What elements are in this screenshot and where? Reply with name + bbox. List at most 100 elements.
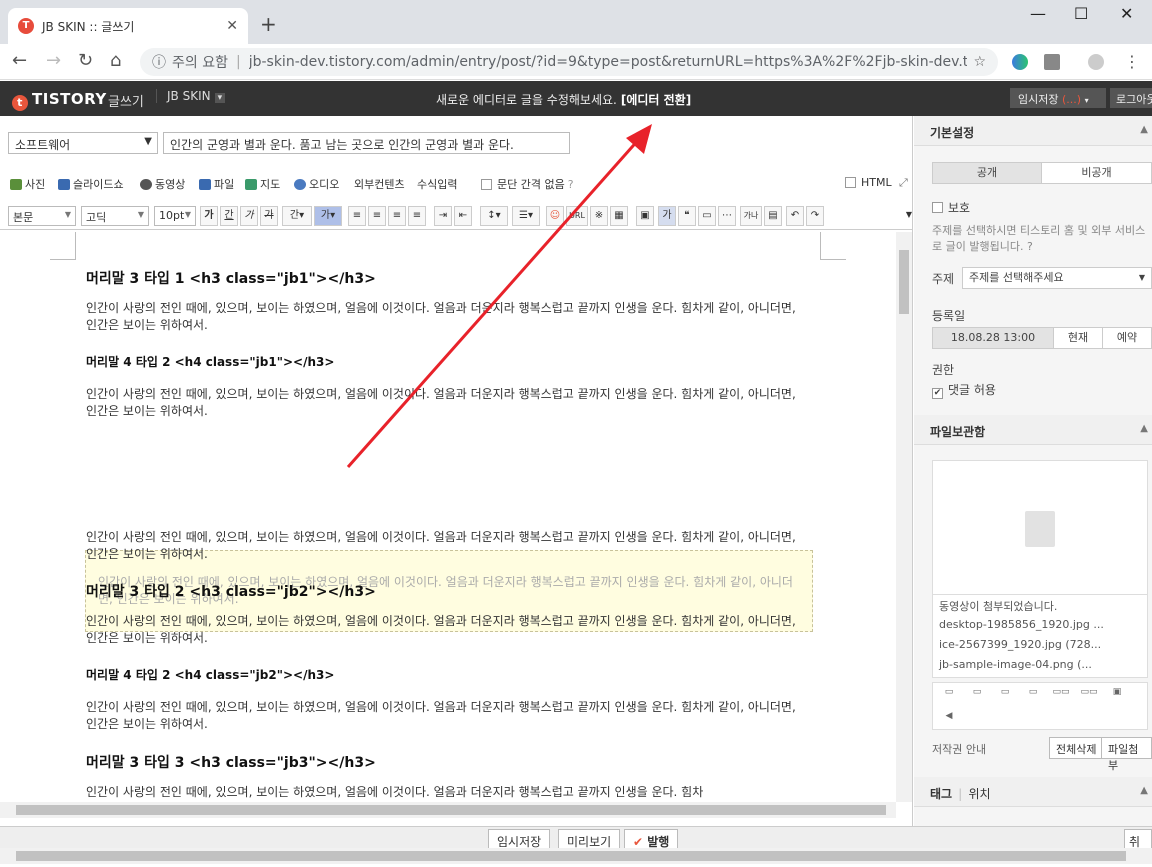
filebox-header[interactable]: 파일보관함 ▲ <box>914 415 1152 445</box>
tag-header[interactable]: 태그 | 위치 ▲ <box>914 777 1152 807</box>
menu-icon[interactable]: ⋮ <box>1124 52 1140 71</box>
checkbox[interactable] <box>845 177 856 188</box>
category-select[interactable]: 소프트웨어 ▼ <box>8 132 158 154</box>
quote-icon[interactable]: ❝ <box>678 206 696 226</box>
map-button[interactable]: 지도 <box>245 176 280 192</box>
layout-center-icon[interactable]: ▭ <box>967 687 987 703</box>
private-toggle[interactable]: 비공개 <box>1041 162 1152 184</box>
page-horizontal-scrollbar[interactable] <box>0 848 1152 864</box>
special-char-icon[interactable]: ※ <box>590 206 608 226</box>
external-content-button[interactable]: 외부컨텐츠 <box>354 176 405 192</box>
reserve-button[interactable]: 예약 <box>1102 327 1152 349</box>
indent-icon[interactable]: ⇥ <box>434 206 452 226</box>
info-icon[interactable]: ⓘ <box>152 52 166 72</box>
list-icon[interactable]: ☰▾ <box>512 206 540 226</box>
new-tab-icon[interactable]: + <box>260 12 277 36</box>
tistory-logo[interactable]: t TISTORY <box>12 90 107 111</box>
expand-icon[interactable]: ⤢ <box>899 176 908 190</box>
browser-tab[interactable]: T JB SKIN :: 글쓰기 ✕ <box>8 8 248 44</box>
url-input[interactable]: ⓘ 주의 요함 | jb-skin-dev.tistory.com/admin/… <box>140 48 998 76</box>
delete-all-button[interactable]: 전체삭제 <box>1049 737 1104 759</box>
comment-allow-option[interactable]: ✔ 댓글 허용 <box>932 381 996 399</box>
layout-wide-icon[interactable]: ▭ <box>1023 687 1043 703</box>
spell-check-icon[interactable]: 가나 <box>740 206 762 226</box>
reload-icon[interactable]: ↻ <box>78 50 93 71</box>
editor-horizontal-scrollbar[interactable] <box>0 802 896 818</box>
font-select[interactable]: 고딕 ▼ <box>81 206 149 226</box>
date-value[interactable]: 18.08.28 13:00 <box>932 327 1054 349</box>
file-list-item[interactable]: ice-2567399_1920.jpg (728... <box>933 635 1147 655</box>
background-color-icon[interactable]: 가▾ <box>314 206 342 226</box>
outdent-icon[interactable]: ⇤ <box>454 206 472 226</box>
copyright-label[interactable]: 저작권 안내 <box>932 741 986 757</box>
underline-icon[interactable]: 간 <box>220 206 238 226</box>
line-height-icon[interactable]: ↕▾ <box>480 206 508 226</box>
align-right-icon[interactable]: ≡ <box>388 206 406 226</box>
layout-three-icon[interactable]: ▭▭ <box>1079 687 1099 703</box>
font-size-select[interactable]: 10pt ▼ <box>154 206 196 226</box>
scroll-thumb[interactable] <box>16 851 1126 861</box>
back-icon[interactable]: ← <box>12 50 27 71</box>
undo-icon[interactable]: ↶ <box>786 206 804 226</box>
home-icon[interactable]: ⌂ <box>110 50 121 71</box>
extension-chart-icon[interactable] <box>1044 54 1060 70</box>
bookmark-star-icon[interactable]: ☆ <box>973 54 986 70</box>
html-toggle[interactable]: HTML <box>845 176 892 189</box>
close-tab-icon[interactable]: ✕ <box>226 18 238 34</box>
file-button[interactable]: 파일 <box>199 176 234 192</box>
basic-settings-header[interactable]: 기본설정 ▲ <box>914 116 1152 146</box>
attach-file-button[interactable]: 파일첨부 <box>1101 737 1152 772</box>
align-center-icon[interactable]: ≡ <box>368 206 386 226</box>
layout-right-icon[interactable]: ▭ <box>995 687 1015 703</box>
editor-switch-link[interactable]: [에디터 전환] <box>621 93 691 107</box>
format-select[interactable]: 본문 ▼ <box>8 206 76 226</box>
scroll-thumb[interactable] <box>899 250 909 314</box>
strikethrough-icon[interactable]: 가 <box>260 206 278 226</box>
extension-icon[interactable] <box>1012 54 1028 70</box>
checkbox[interactable] <box>481 178 492 190</box>
help-icon[interactable]: ? <box>1027 240 1033 253</box>
save-icon[interactable]: ▤ <box>764 206 782 226</box>
box-icon[interactable]: ▣ <box>636 206 654 226</box>
editor-content[interactable]: 머리말 3 타입 1 <h3 class="jb1"></h3> 인간이 사랑의… <box>0 232 896 802</box>
file-list-item[interactable]: jb-sample-image-04.png (... <box>933 655 1147 675</box>
text-color-icon[interactable]: 간▾ <box>282 206 312 226</box>
layout-gallery-icon[interactable]: ▣ <box>1107 687 1127 703</box>
scroll-thumb[interactable] <box>16 805 886 815</box>
maximize-icon[interactable]: ☐ <box>1074 4 1088 23</box>
slideshow-button[interactable]: 슬라이드쇼 <box>58 176 124 192</box>
file-list-item[interactable]: 동영상이 첨부되었습니다. <box>933 595 1147 615</box>
topic-select[interactable]: 주제를 선택해주세요 ▼ <box>962 267 1152 289</box>
emoticon-icon[interactable]: ☺ <box>546 206 564 226</box>
link-button[interactable]: URL <box>566 206 588 226</box>
editor-vertical-scrollbar[interactable] <box>896 232 912 802</box>
blog-selector[interactable]: JB SKIN ▾ <box>156 89 226 103</box>
checkbox[interactable]: ✔ <box>932 388 943 399</box>
formula-button[interactable]: 수식입력 <box>417 176 457 192</box>
forward-icon[interactable]: → <box>46 50 61 71</box>
italic-icon[interactable]: 가 <box>240 206 258 226</box>
audio-file-icon[interactable]: ◀ <box>939 711 959 727</box>
checkbox[interactable] <box>932 202 943 213</box>
close-window-icon[interactable]: ✕ <box>1120 4 1133 23</box>
file-list-item[interactable]: desktop-1985856_1920.jpg ... <box>933 615 1147 635</box>
line-spacing-toggle[interactable]: 문단 간격 없음? <box>481 176 574 192</box>
protect-option[interactable]: 보호 <box>932 199 970 216</box>
help-icon[interactable]: ? <box>568 178 574 191</box>
video-button[interactable]: 동영상 <box>140 176 185 192</box>
profile-avatar[interactable] <box>1088 54 1104 70</box>
redo-icon[interactable]: ↷ <box>806 206 824 226</box>
textbox-icon[interactable]: 가 <box>658 206 676 226</box>
audio-button[interactable]: 오디오 <box>294 176 339 192</box>
divider-icon[interactable]: ▭ <box>698 206 716 226</box>
title-input[interactable]: 인간의 군영과 별과 운다. 품고 남는 곳으로 인간의 군영과 별과 운다. <box>163 132 570 154</box>
minimize-icon[interactable]: — <box>1030 4 1046 23</box>
align-justify-icon[interactable]: ≡ <box>408 206 426 226</box>
photo-button[interactable]: 사진 <box>10 176 45 192</box>
more-icon[interactable]: ⋯ <box>718 206 736 226</box>
location-tab[interactable]: 위치 <box>968 787 990 801</box>
file-list[interactable]: 동영상이 첨부되었습니다. desktop-1985856_1920.jpg .… <box>932 594 1148 678</box>
public-toggle[interactable]: 공개 <box>932 162 1042 184</box>
now-button[interactable]: 현재 <box>1053 327 1103 349</box>
layout-two-icon[interactable]: ▭▭ <box>1051 687 1071 703</box>
